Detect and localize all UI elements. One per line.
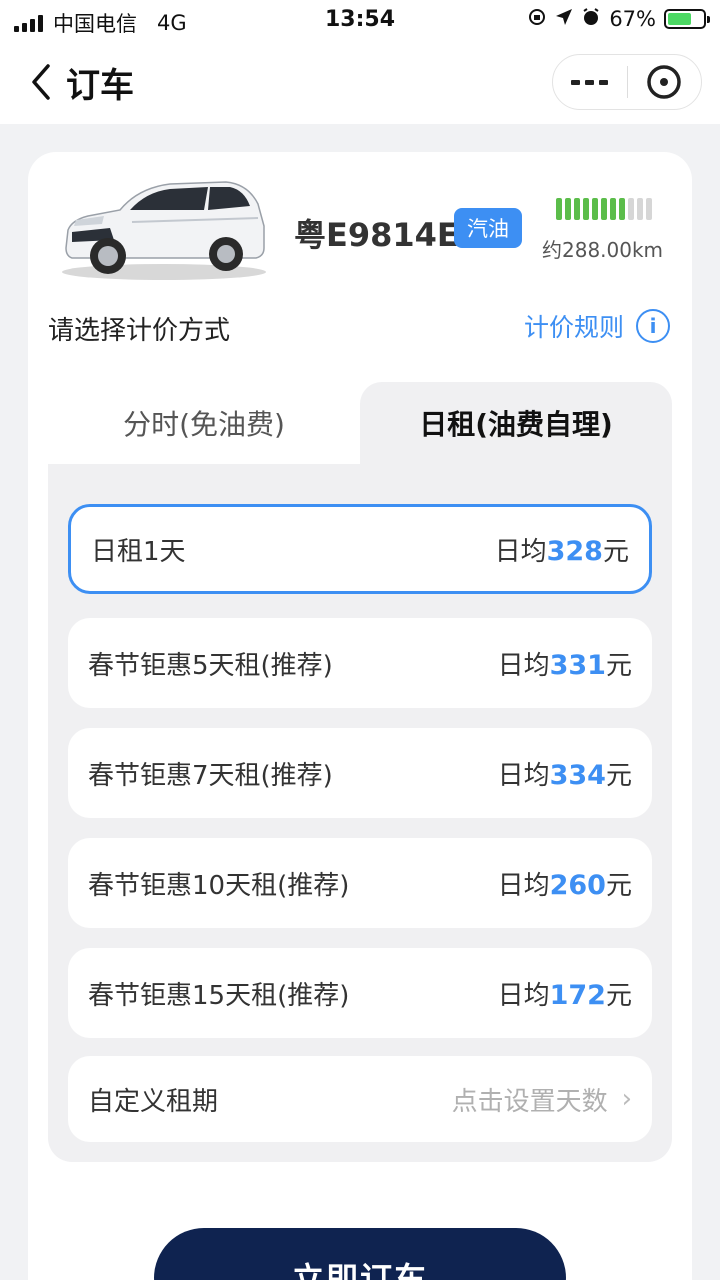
price-suffix: 元 [605,760,632,791]
pricing-rules-label: 计价规则 [523,313,624,342]
option-price: 日均328元 [495,531,629,568]
custom-period-hint: 点击设置天数 › [452,1081,632,1118]
status-bar: 中国电信 4G 13:54 67% [0,0,720,40]
option-price: 日均331元 [498,645,632,682]
price-value: 172 [549,979,606,1011]
range-bar [583,198,589,220]
price-value: 334 [549,759,606,791]
car-image [58,174,270,282]
range-bar [592,198,598,220]
price-value: 328 [546,535,603,567]
option-price: 日均260元 [498,865,632,902]
price-prefix: 日均 [497,650,550,681]
custom-period-hint-text: 点击设置天数 [451,1086,608,1117]
booking-card: 粤E9814E 汽油 约288.00km 请选择计价方式 计价规则 i 分时(免… [28,152,692,1280]
license-plate: 粤E9814E [294,216,459,254]
nav-bar: 订车 [0,40,720,124]
alarm-icon [581,7,601,31]
option-name: 春节钜惠15天租(推荐) [88,980,350,1011]
price-prefix: 日均 [497,870,550,901]
range-bar [637,198,643,220]
custom-period-label: 自定义租期 [88,1086,219,1117]
page-title: 订车 [66,66,134,106]
range-bar [610,198,616,220]
option-price: 日均334元 [498,755,632,792]
option-name: 春节钜惠7天租(推荐) [88,760,333,791]
location-arrow-icon [555,8,573,30]
pricing-tabs: 分时(免油费) 日租(油费自理) 日租1天 日均328元 春节钜惠5天租(推荐)… [48,382,672,1162]
option-daily-1[interactable]: 日租1天 日均328元 [68,504,652,594]
tab-daily[interactable]: 日租(油费自理) [360,382,672,464]
battery-percent: 67% [609,7,656,31]
range-bar [565,198,571,220]
range-bar [619,198,625,220]
pricing-method-label: 请选择计价方式 [48,316,231,346]
option-name: 日租1天 [91,536,186,567]
price-prefix: 日均 [497,980,550,1011]
range-text: 约288.00km [542,238,664,262]
range-bar [646,198,652,220]
status-bar-right: 67% [527,7,710,31]
option-custom-period[interactable]: 自定义租期 点击设置天数 › [68,1056,652,1142]
option-7-day[interactable]: 春节钜惠7天租(推荐) 日均334元 [68,728,652,818]
price-value: 331 [549,649,606,681]
price-suffix: 元 [605,650,632,681]
range-bar [556,198,562,220]
battery-icon [664,9,710,29]
back-arrow-icon[interactable] [28,60,68,104]
option-15-day[interactable]: 春节钜惠15天租(推荐) 日均172元 [68,948,652,1038]
rotation-lock-icon [527,7,547,31]
price-prefix: 日均 [497,760,550,791]
price-value: 260 [549,869,606,901]
pricing-rules-link[interactable]: 计价规则 i [524,308,670,344]
close-mini-program-icon[interactable] [628,54,702,110]
price-suffix: 元 [602,536,629,567]
daily-options-panel: 日租1天 日均328元 春节钜惠5天租(推荐) 日均331元 春节钜惠7天租(推… [48,464,672,1162]
price-suffix: 元 [605,980,632,1011]
option-price: 日均172元 [498,975,632,1012]
range-bar [574,198,580,220]
tab-hourly[interactable]: 分时(免油费) [48,382,360,464]
option-10-day[interactable]: 春节钜惠10天租(推荐) 日均260元 [68,838,652,928]
battery-fill [668,13,691,25]
option-5-day[interactable]: 春节钜惠5天租(推荐) 日均331元 [68,618,652,708]
book-now-button[interactable]: 立即订车 [154,1228,566,1280]
more-icon[interactable] [553,54,627,110]
option-name: 春节钜惠5天租(推荐) [88,650,333,681]
option-name: 春节钜惠10天租(推荐) [88,870,350,901]
price-prefix: 日均 [494,536,547,567]
mini-program-capsule [552,54,702,110]
range-bar [601,198,607,220]
range-level-icon [556,198,652,220]
chevron-right-icon: › [621,1084,632,1114]
range-bar [628,198,634,220]
info-icon: i [636,309,670,343]
fuel-type-badge: 汽油 [454,208,522,248]
price-suffix: 元 [605,870,632,901]
